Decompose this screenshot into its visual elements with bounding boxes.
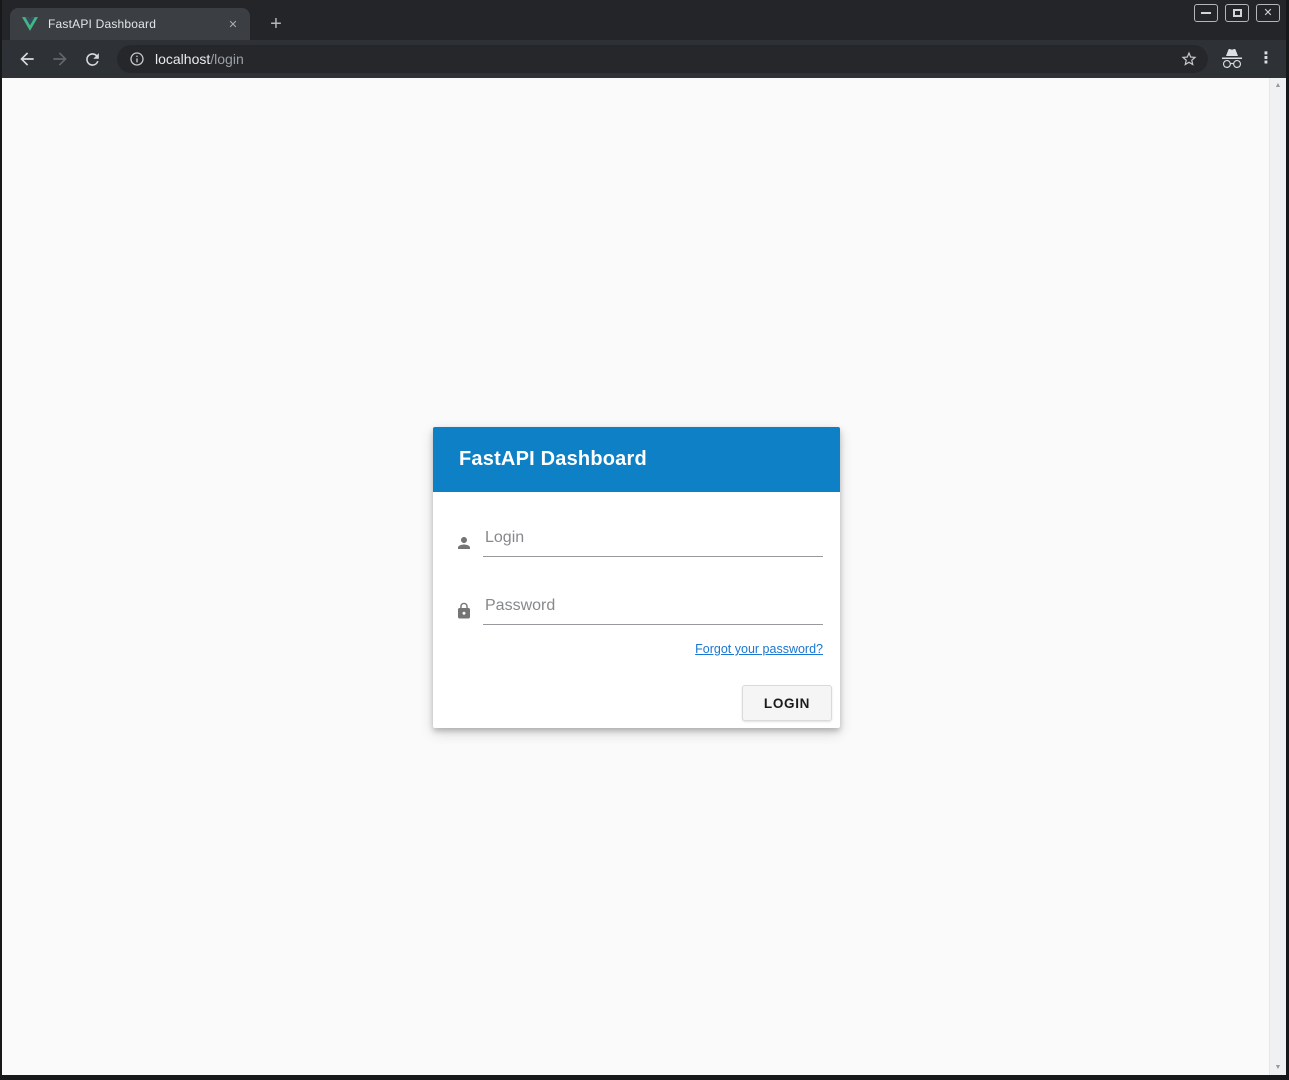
scrollbar-down-icon[interactable]: ▼ [1270,1064,1286,1071]
reload-icon[interactable] [83,50,102,69]
url-path: /login [210,51,243,67]
browser-toolbar: localhost/login ⋮ [2,40,1286,78]
lock-icon [455,602,473,620]
page-viewport: FastAPI Dashboard Forgot your password? … [2,78,1286,1075]
tab-close-icon[interactable]: ✕ [224,15,242,33]
vue-logo-icon [22,17,38,31]
new-tab-button[interactable]: + [264,13,288,37]
page-scrollbar[interactable]: ▲ ▼ [1269,78,1286,1075]
forgot-password-row: Forgot your password? [455,640,823,658]
url-text: localhost/login [155,51,244,67]
login-input[interactable] [483,529,823,557]
url-host: localhost [155,51,210,67]
maximize-icon [1233,9,1242,17]
bookmark-star-icon[interactable] [1180,50,1198,68]
tab-title: FastAPI Dashboard [48,17,224,31]
password-input[interactable] [483,597,823,625]
scrollbar-up-icon[interactable]: ▲ [1270,82,1286,89]
login-card: FastAPI Dashboard Forgot your password? … [433,427,840,728]
page-info-icon[interactable] [129,51,145,67]
back-icon[interactable] [17,49,37,69]
login-card-title: FastAPI Dashboard [459,448,647,471]
person-icon [455,534,473,552]
login-card-header: FastAPI Dashboard [433,427,840,492]
browser-tab[interactable]: FastAPI Dashboard ✕ [10,8,250,40]
window-close-button[interactable]: ✕ [1256,4,1280,22]
window-controls: ✕ [1194,4,1280,22]
address-bar[interactable]: localhost/login [117,45,1208,73]
browser-menu-icon[interactable]: ⋮ [1258,51,1272,67]
forgot-password-link[interactable]: Forgot your password? [695,642,823,656]
window-maximize-button[interactable] [1225,4,1249,22]
login-field-row [455,492,823,557]
minimize-icon [1201,12,1211,14]
tab-strip: FastAPI Dashboard ✕ + ✕ [2,0,1286,40]
login-button[interactable]: LOGIN [742,685,832,721]
incognito-icon [1220,47,1244,71]
password-field-row [455,557,823,625]
window-minimize-button[interactable] [1194,4,1218,22]
close-icon: ✕ [1263,8,1272,19]
login-card-body: Forgot your password? LOGIN [433,492,840,728]
forward-icon[interactable] [50,49,70,69]
